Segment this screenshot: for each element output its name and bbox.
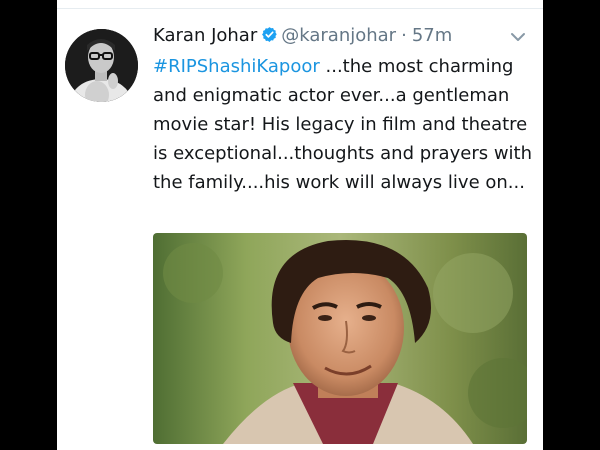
verified-badge-icon <box>262 27 277 42</box>
chevron-down-icon[interactable] <box>509 28 527 46</box>
handle[interactable]: @karanjohar <box>281 25 396 46</box>
avatar[interactable] <box>65 29 138 102</box>
timestamp[interactable]: 57m <box>412 25 452 46</box>
tweet-header: Karan Johar @karanjohar · 57m <box>153 22 533 50</box>
display-name[interactable]: Karan Johar <box>153 25 257 46</box>
tweet-text: #RIPShashiKapoor ...the most charming an… <box>153 52 535 197</box>
tweet-card[interactable]: Karan Johar @karanjohar · 57m #RIPShashiKa… <box>57 0 543 450</box>
dot-separator: · <box>401 25 407 46</box>
avatar-image <box>65 29 138 102</box>
portrait-photo <box>153 233 527 444</box>
tweet-media-image[interactable] <box>153 233 527 444</box>
divider <box>57 8 543 9</box>
hashtag-link[interactable]: #RIPShashiKapoor <box>153 56 320 77</box>
